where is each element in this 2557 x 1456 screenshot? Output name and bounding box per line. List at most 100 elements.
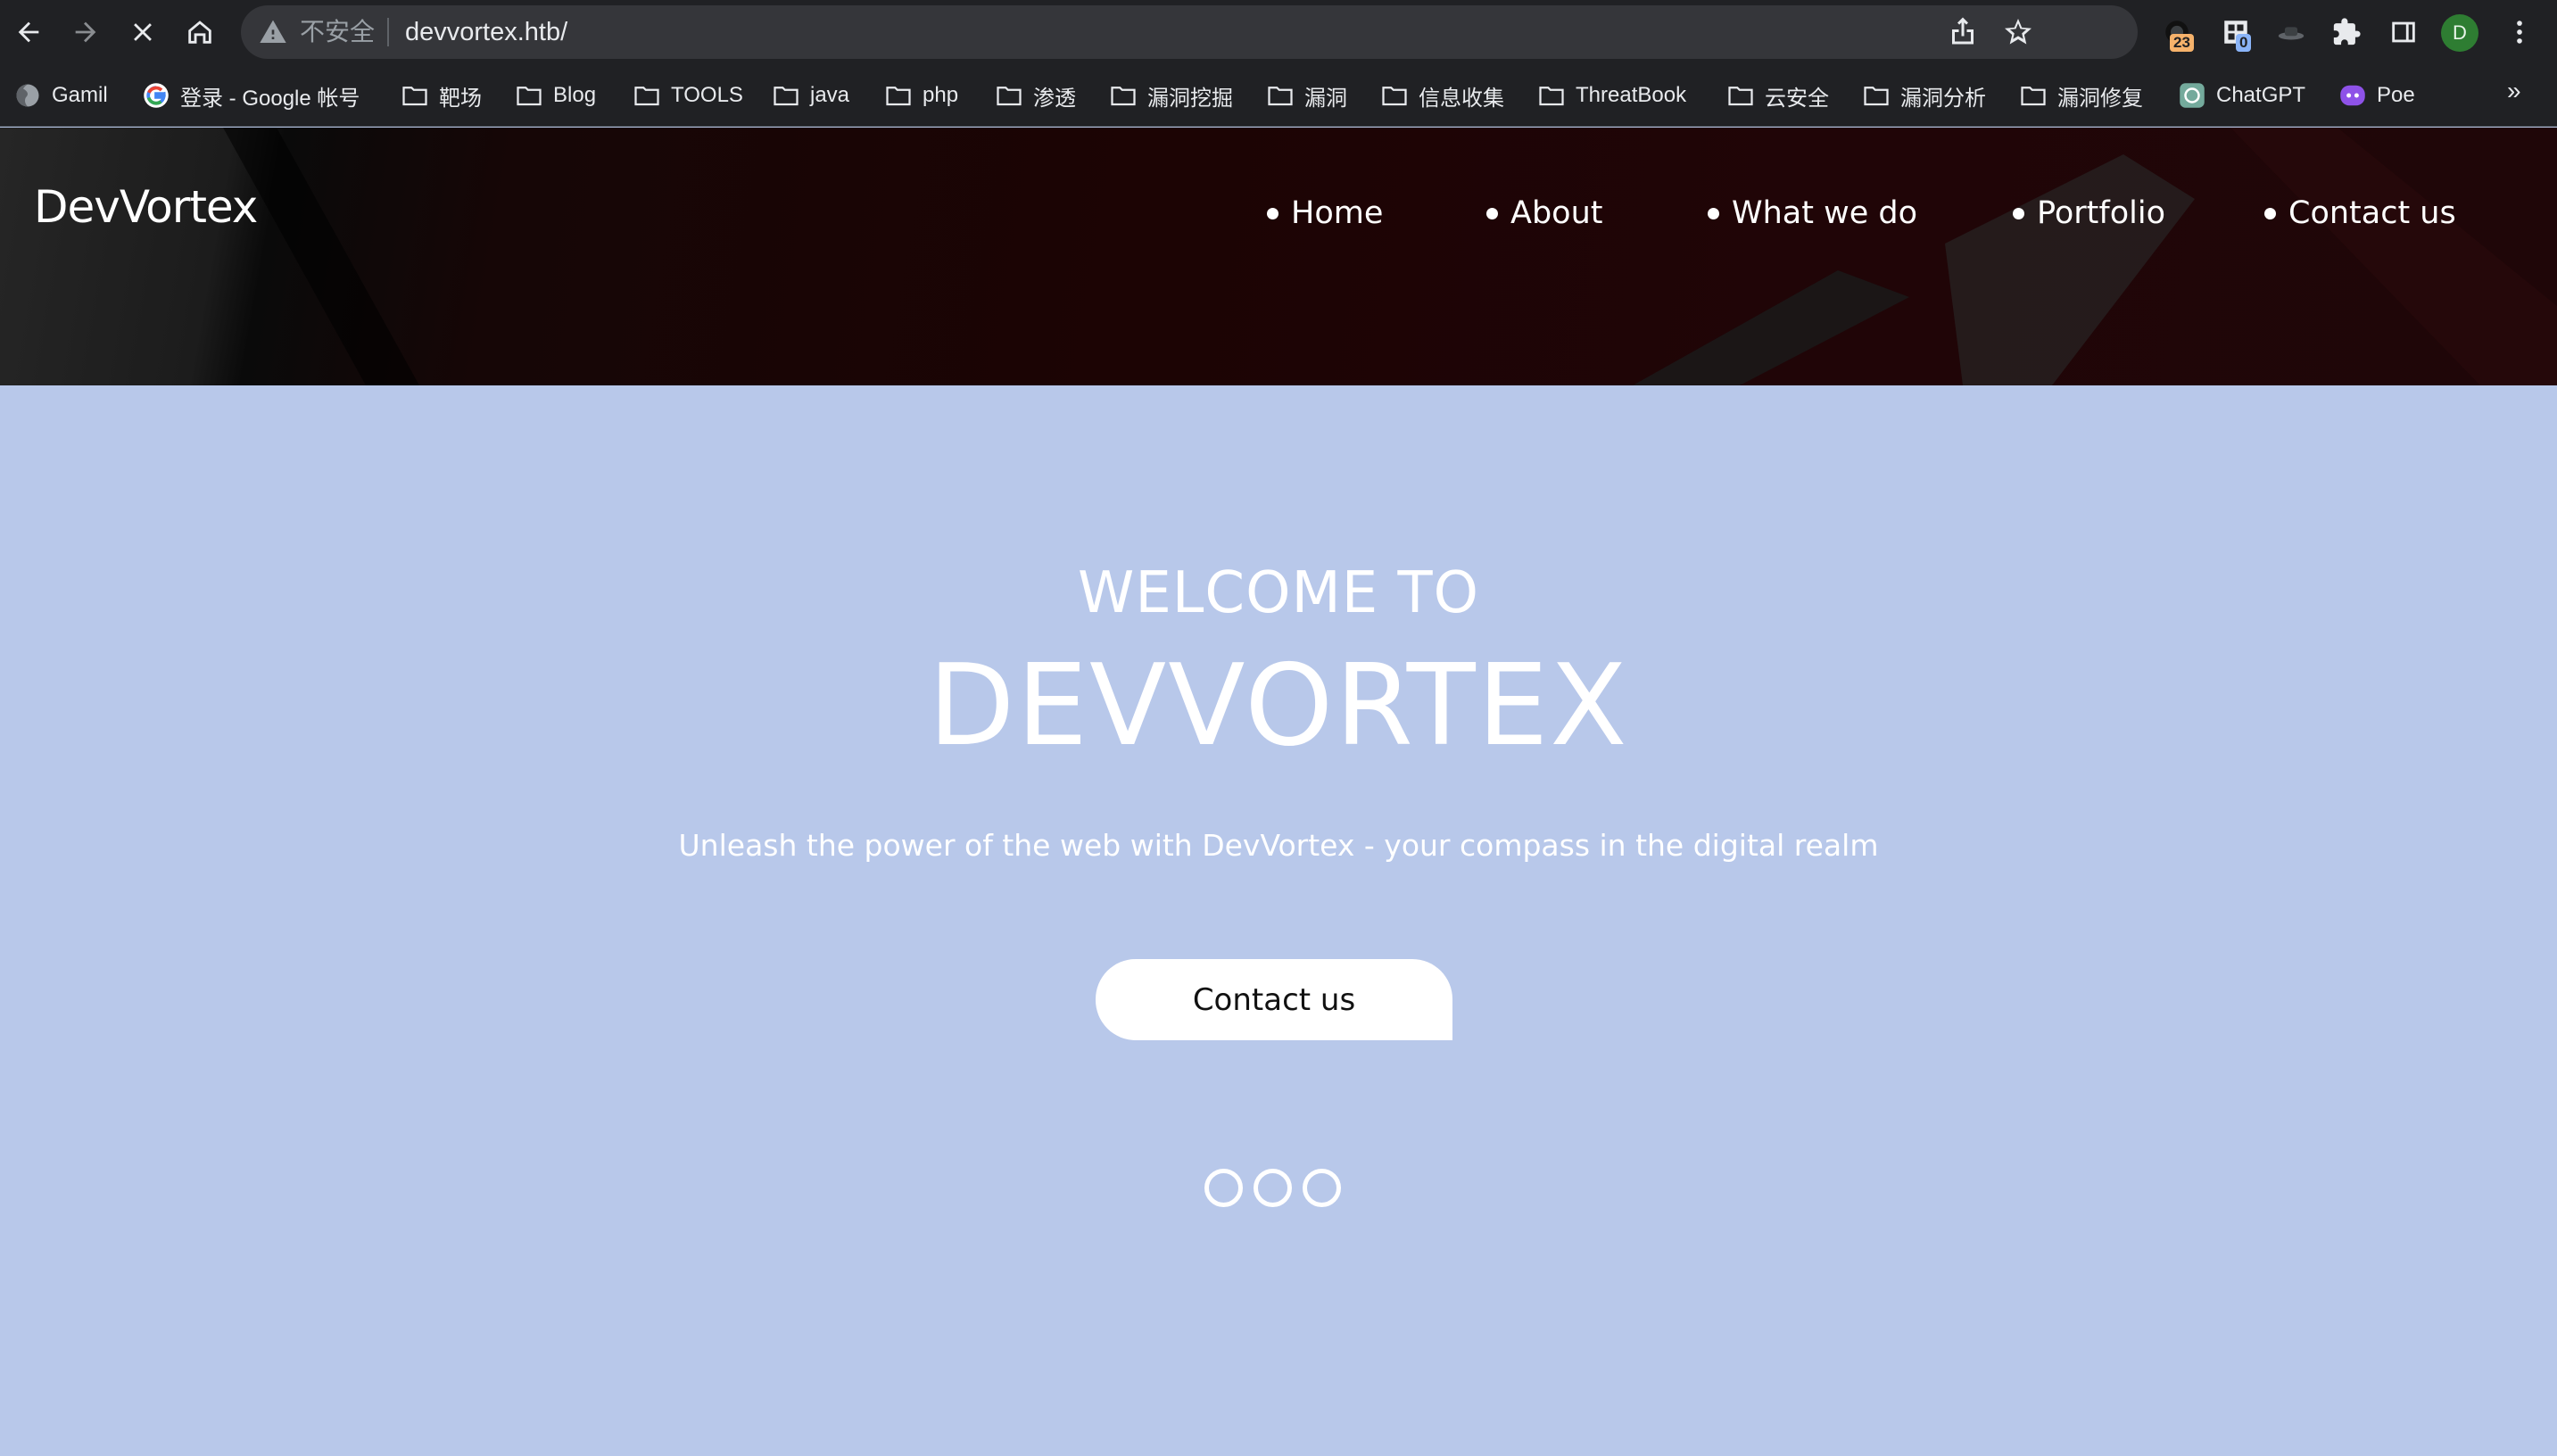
side-panel-button[interactable] <box>2384 12 2423 52</box>
bookmark-label: Gamil <box>52 83 108 107</box>
nav-portfolio[interactable]: Portfolio <box>2013 195 2165 231</box>
google-icon <box>144 83 169 108</box>
bookmark-label: 漏洞修复 <box>2057 86 2143 111</box>
carousel-dot[interactable] <box>1254 1169 1292 1207</box>
folder-icon <box>1382 87 1407 106</box>
folder-icon <box>517 87 542 106</box>
extension-button-3[interactable] <box>2272 12 2311 52</box>
security-indicator[interactable]: 不安全 <box>300 5 375 59</box>
bookmark-label: 登录 - Google 帐号 <box>180 86 360 111</box>
bookmark-label: 漏洞 <box>1304 86 1347 111</box>
bullet-icon <box>1486 207 1498 219</box>
address-bar[interactable]: 不安全 devvortex.htb/ <box>241 5 2138 59</box>
bullet-icon <box>2264 207 2276 219</box>
bookmark-label: 靶场 <box>439 86 482 111</box>
share-icon[interactable] <box>1947 16 1979 48</box>
bookmarks-overflow-button[interactable]: » <box>2507 77 2521 105</box>
bookmark-folder[interactable]: java <box>773 78 849 113</box>
hero-tagline: Unleash the power of the web with DevVor… <box>678 828 1879 863</box>
extension-badge-count: 23 <box>2170 34 2194 52</box>
back-arrow-icon <box>18 21 39 43</box>
bullet-icon <box>2013 207 2024 219</box>
bookmark-label: php <box>923 83 959 107</box>
nav-what-we-do[interactable]: What we do <box>1708 195 1917 231</box>
forward-arrow-icon <box>75 21 96 43</box>
bookmark-folder[interactable]: 渗透 <box>996 78 1076 113</box>
nav-label: Home <box>1291 195 1384 231</box>
nav-about[interactable]: About <box>1486 195 1602 231</box>
folder-icon <box>2021 87 2046 106</box>
hero-title: DEVVORTEX <box>928 640 1629 771</box>
site-header: DevVortex Home About What we do Portfoli… <box>0 128 2557 385</box>
nav-contact-us[interactable]: Contact us <box>2264 195 2456 231</box>
folder-icon <box>997 87 1022 106</box>
back-button[interactable] <box>7 11 50 54</box>
browser-toolbar: 不安全 devvortex.htb/ 23 0 D <box>0 0 2557 64</box>
bookmark-label: ChatGPT <box>2216 83 2306 107</box>
carousel-indicators <box>1204 1169 1341 1207</box>
nav-home[interactable]: Home <box>1267 195 1383 231</box>
profile-avatar[interactable]: D <box>2441 14 2478 52</box>
bookmark-label: Blog <box>553 83 597 107</box>
bookmark-label: Poe <box>2377 83 2415 107</box>
folder-icon <box>1111 87 1136 106</box>
carousel-dot[interactable] <box>1303 1169 1341 1207</box>
bookmark-folder[interactable]: 漏洞修复 <box>2020 78 2143 113</box>
bookmark-star-icon[interactable] <box>2002 16 2034 48</box>
globe-icon <box>16 84 39 107</box>
bookmark-item[interactable]: Gamil <box>14 78 108 113</box>
bookmark-folder[interactable]: ThreatBook <box>1538 78 1686 113</box>
url-text[interactable]: devvortex.htb/ <box>405 5 567 59</box>
bookmark-label: 漏洞挖掘 <box>1147 86 1233 111</box>
bookmark-folder[interactable]: 漏洞分析 <box>1863 78 1986 113</box>
folder-icon <box>634 87 659 106</box>
folder-icon <box>1268 87 1293 106</box>
bookmark-folder[interactable]: TOOLS <box>633 78 743 113</box>
home-button[interactable] <box>178 11 221 54</box>
folder-icon <box>1539 87 1564 106</box>
nav-label: What we do <box>1732 195 1918 231</box>
extension-button-1[interactable]: 23 <box>2157 12 2197 52</box>
bookmark-folder[interactable]: 靶场 <box>401 78 482 113</box>
home-icon <box>188 21 211 44</box>
folder-icon <box>886 87 911 106</box>
poe-icon <box>2340 85 2365 106</box>
more-vertical-icon <box>2517 21 2522 44</box>
contact-us-button[interactable]: Contact us <box>1096 959 1452 1040</box>
nav-label: About <box>1510 195 1603 231</box>
bookmark-label: 漏洞分析 <box>1900 86 1986 111</box>
close-icon <box>134 23 152 41</box>
extensions-menu-button[interactable] <box>2327 12 2366 52</box>
bookmark-folder[interactable]: 漏洞 <box>1267 78 1347 113</box>
bookmark-folder[interactable]: 信息收集 <box>1381 78 1504 113</box>
address-separator <box>387 18 389 46</box>
carousel-dot[interactable] <box>1204 1169 1243 1207</box>
folder-icon <box>1728 87 1753 106</box>
bookmark-item[interactable]: 登录 - Google 帐号 <box>143 78 360 113</box>
folder-icon <box>402 87 427 106</box>
header-background-graphic <box>223 128 2557 385</box>
bullet-icon <box>1708 207 1719 219</box>
chatgpt-icon <box>2180 83 2205 108</box>
bookmark-item[interactable]: Poe <box>2339 78 2415 113</box>
bookmark-item[interactable]: ChatGPT <box>2179 78 2305 113</box>
site-logo[interactable]: DevVortex <box>34 181 258 233</box>
browser-menu-button[interactable] <box>2500 12 2539 52</box>
bookmark-folder[interactable]: php <box>885 78 958 113</box>
forward-button[interactable] <box>64 11 107 54</box>
warning-icon <box>260 20 286 43</box>
extension-badge-count: 0 <box>2236 34 2252 52</box>
bookmark-label: 云安全 <box>1765 86 1829 111</box>
hat-extension-icon <box>2278 27 2305 40</box>
bookmark-label: ThreatBook <box>1576 83 1687 107</box>
nav-label: Portfolio <box>2037 195 2165 231</box>
bookmark-folder[interactable]: Blog <box>516 78 596 113</box>
bullet-icon <box>1267 207 1278 219</box>
bookmark-folder[interactable]: 漏洞挖掘 <box>1110 78 1233 113</box>
extension-button-2[interactable]: 0 <box>2216 12 2255 52</box>
hero-welcome: WELCOME TO <box>1078 560 1479 626</box>
nav-label: Contact us <box>2288 195 2456 231</box>
bookmark-folder[interactable]: 云安全 <box>1727 78 1829 113</box>
stop-loading-button[interactable] <box>121 11 164 54</box>
bookmark-label: 渗透 <box>1033 86 1076 111</box>
